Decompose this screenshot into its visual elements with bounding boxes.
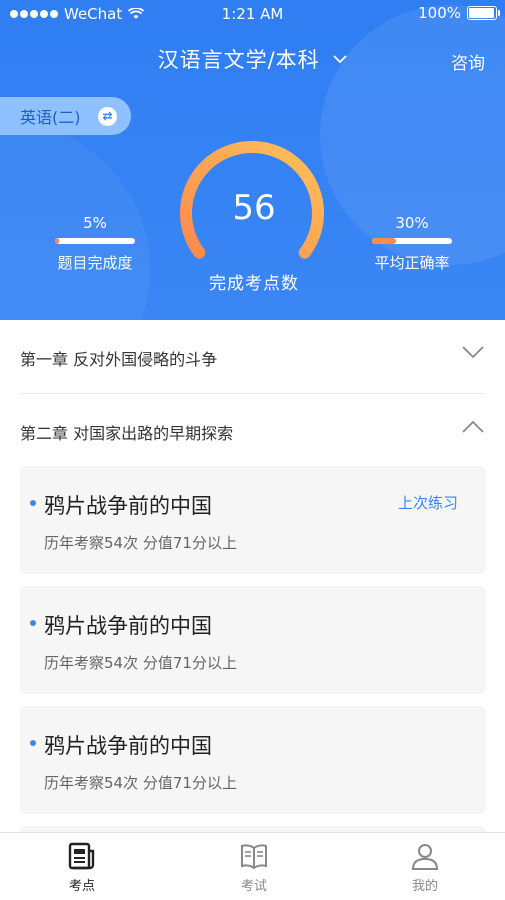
bullet-dot: [30, 740, 36, 746]
tab-label: 我的: [411, 879, 438, 894]
subject-label: 英语(二): [20, 108, 81, 127]
chevron-down-icon: [462, 346, 484, 359]
topic-card[interactable]: 鸦片战争前的中国 上次练习 历年考察54次 分值71分以上: [20, 466, 486, 574]
avg-accuracy-label: 平均正确率: [374, 254, 450, 272]
tab-label: 考点: [68, 879, 95, 894]
avg-accuracy-stat: 30% 平均正确率: [357, 214, 467, 273]
consult-button[interactable]: 咨询: [451, 49, 485, 74]
tab-kaodian[interactable]: 考点: [32, 841, 132, 894]
page-title: 汉语言文学/本科: [157, 48, 320, 72]
topic-card[interactable]: 鸦片战争前的中国 历年考察54次 分值71分以上: [20, 586, 486, 694]
avg-accuracy-bar: [372, 238, 452, 244]
chapter-title: 第一章 反对外国侵略的斗争: [20, 349, 218, 369]
question-completion-stat: 5% 题目完成度: [40, 214, 150, 273]
avg-accuracy-fill: [372, 238, 396, 244]
topic-title: 鸦片战争前的中国: [44, 494, 212, 518]
major-selector[interactable]: 汉语言文学/本科: [0, 44, 505, 74]
topic-title: 鸦片战争前的中国: [44, 614, 212, 638]
person-icon: [411, 844, 439, 870]
avg-accuracy-percent: 30%: [395, 214, 429, 232]
tab-kaoshi[interactable]: 考试: [204, 841, 304, 894]
chapter-row[interactable]: 第二章 对国家出路的早期探索: [20, 396, 486, 468]
question-completion-label: 题目完成度: [57, 254, 133, 272]
topic-meta: 历年考察54次 分值71分以上: [44, 774, 237, 792]
completed-points-label: 完成考点数: [209, 274, 299, 294]
header-panel: WeChat 1:21 AM 100% 汉语言文学/本科 咨询 英语(二) ⇄: [0, 0, 505, 320]
bullet-dot: [30, 620, 36, 626]
tab-bar: 考点 考试 我的: [0, 832, 505, 900]
chevron-down-icon: [333, 55, 348, 64]
question-completion-percent: 5%: [83, 214, 107, 232]
chapter-title: 第二章 对国家出路的早期探索: [20, 424, 234, 443]
tab-wode[interactable]: 我的: [375, 841, 475, 894]
completed-points-value: 56: [232, 188, 276, 228]
last-practice-tag[interactable]: 上次练习: [398, 492, 458, 513]
question-completion-fill: [55, 238, 59, 244]
tab-label: 考试: [240, 879, 267, 894]
topic-title: 鸦片战争前的中国: [44, 734, 212, 758]
topic-meta: 历年考察54次 分值71分以上: [44, 534, 237, 552]
topic-card[interactable]: 鸦片战争前的中国 历年考察54次 分值71分以上: [20, 706, 486, 814]
battery-percent: 100%: [418, 4, 461, 22]
swap-icon: ⇄: [98, 107, 117, 126]
question-completion-bar: [55, 238, 135, 244]
newspaper-icon: [68, 842, 95, 870]
subject-switch-button[interactable]: 英语(二) ⇄: [0, 97, 131, 135]
battery-icon: [467, 6, 500, 20]
bullet-dot: [30, 500, 36, 506]
book-icon: [241, 844, 267, 870]
status-bar: WeChat 1:21 AM 100%: [0, 0, 505, 28]
chapter-row[interactable]: 第一章 反对外国侵略的斗争: [20, 322, 486, 394]
topic-meta: 历年考察54次 分值71分以上: [44, 654, 237, 672]
chevron-up-icon: [462, 420, 484, 433]
